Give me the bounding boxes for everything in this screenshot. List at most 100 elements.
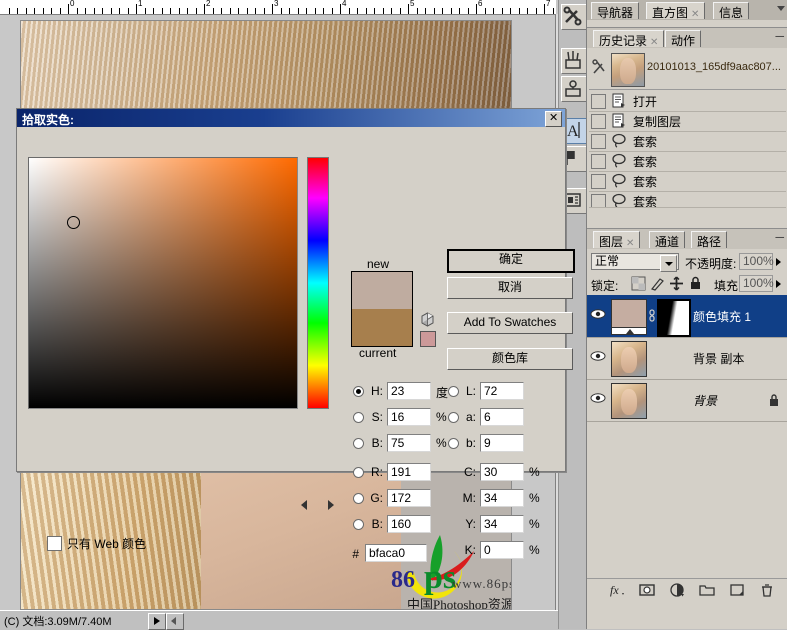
history-item-lasso-4[interactable]: 套索 (589, 191, 786, 208)
web-safe-color-swatch[interactable] (420, 331, 436, 347)
blend-mode-select[interactable]: 正常 (591, 253, 679, 272)
black-input[interactable]: 0 (480, 541, 524, 559)
eye-icon[interactable] (590, 308, 606, 320)
dock-menu-arrow-icon[interactable] (777, 6, 785, 11)
saturation-brightness-field[interactable] (28, 157, 298, 409)
hue-slider-right-arrow-icon[interactable] (328, 499, 334, 510)
layer-row-background-copy[interactable]: 背景 副本 (587, 337, 787, 380)
layer-mask-thumbnail[interactable] (657, 299, 691, 337)
tab-paths[interactable]: 路径 (691, 231, 728, 249)
ok-button[interactable]: 确定 (447, 249, 575, 273)
radio-lightness[interactable] (448, 386, 459, 397)
tool-presets-icon[interactable] (561, 76, 587, 102)
ruler-minor-tick (59, 8, 61, 14)
opacity-value[interactable]: 100% (739, 253, 774, 270)
ruler-major-tick (544, 4, 545, 14)
delete-layer-icon[interactable] (759, 582, 775, 598)
tab-history[interactable]: 历史记录 ✕ (593, 30, 665, 48)
eye-icon[interactable] (590, 350, 606, 362)
cyan-input[interactable]: 30 (480, 463, 524, 481)
history-item-lasso-2[interactable]: 套索 (589, 151, 786, 172)
tools-icon[interactable] (561, 4, 587, 30)
hue-input[interactable]: 23 (387, 382, 431, 400)
radio-red[interactable] (353, 467, 364, 478)
fill-stepper[interactable] (774, 275, 785, 292)
lasso-icon (611, 153, 627, 169)
radio-brightness[interactable] (353, 438, 364, 449)
history-item-lasso-3[interactable]: 套索 (589, 171, 786, 192)
transparency-lock-icon[interactable] (631, 276, 646, 291)
layer-row-background[interactable]: 背景 (587, 379, 787, 422)
tab-channels[interactable]: 通道 (649, 231, 686, 249)
saturation-input[interactable]: 16 (387, 408, 431, 426)
add-to-swatches-button[interactable]: Add To Swatches (447, 312, 573, 334)
close-icon[interactable]: ✕ (691, 9, 699, 20)
yellow-input[interactable]: 34 (480, 515, 524, 533)
history-state-checkbox[interactable] (591, 194, 606, 207)
minimize-icon[interactable]: ─ (775, 230, 784, 244)
out-of-gamut-warning-icon[interactable] (420, 312, 435, 327)
opacity-stepper[interactable] (774, 253, 785, 270)
status-play-button[interactable] (148, 613, 166, 630)
all-lock-icon[interactable] (688, 276, 703, 291)
tab-actions[interactable]: 动作 (665, 30, 702, 48)
history-item-duplicate-layer[interactable]: 复制图层 (589, 111, 786, 132)
cancel-button[interactable]: 取消 (447, 277, 573, 299)
magenta-input[interactable]: 34 (480, 489, 524, 507)
green-input[interactable]: 172 (387, 489, 431, 507)
history-snapshot-row[interactable]: 20101013_165df9aac807... (589, 49, 786, 90)
radio-saturation[interactable] (353, 412, 364, 423)
history-state-checkbox[interactable] (591, 114, 606, 129)
brushes-icon[interactable] (561, 48, 587, 74)
minimize-icon[interactable]: ─ (775, 29, 784, 43)
sv-marker[interactable] (66, 215, 80, 229)
eye-icon[interactable] (590, 392, 606, 404)
radio-blue[interactable] (353, 519, 364, 530)
link-icon[interactable] (648, 309, 656, 323)
tab-layers[interactable]: 图层 ✕ (593, 231, 641, 249)
history-item-lasso-1[interactable]: 套索 (589, 131, 786, 152)
layer-thumbnail[interactable] (611, 383, 647, 419)
move-lock-icon[interactable] (669, 276, 684, 291)
history-state-checkbox[interactable] (591, 94, 606, 109)
close-icon[interactable]: ✕ (545, 111, 562, 127)
lab-b-input[interactable]: 9 (480, 434, 524, 452)
lightness-input[interactable]: 72 (480, 382, 524, 400)
lab-a-input[interactable]: 6 (480, 408, 524, 426)
hex-input[interactable]: bfaca0 (365, 544, 427, 562)
radio-lab-a[interactable] (448, 412, 459, 423)
current-color-swatch[interactable] (352, 309, 412, 346)
dialog-title-bar[interactable]: 拾取实色: ✕ (17, 109, 565, 127)
close-icon[interactable]: ✕ (650, 37, 658, 48)
radio-lab-b[interactable] (448, 438, 459, 449)
adjustment-icon[interactable] (669, 582, 685, 598)
history-state-checkbox[interactable] (591, 174, 606, 189)
status-menu-button[interactable] (166, 613, 184, 630)
chevron-down-icon[interactable] (660, 255, 677, 272)
mask-icon[interactable] (639, 582, 655, 598)
brightness-input[interactable]: 75 (387, 434, 431, 452)
layer-row-color-fill[interactable]: 颜色填充 1 (587, 295, 787, 338)
web-colors-only-checkbox[interactable] (47, 536, 62, 551)
radio-green[interactable] (353, 493, 364, 504)
history-state-checkbox[interactable] (591, 154, 606, 169)
layer-thumbnail[interactable] (611, 341, 647, 377)
tab-histogram[interactable]: 直方图 ✕ (646, 2, 706, 20)
hue-slider-left-arrow-icon[interactable] (301, 499, 307, 510)
fx-icon[interactable]: fx (609, 582, 625, 598)
layer-thumbnail[interactable] (611, 299, 647, 335)
blue-input[interactable]: 160 (387, 515, 431, 533)
hue-slider[interactable] (307, 157, 329, 409)
tab-info[interactable]: 信息 (713, 2, 750, 20)
fill-value[interactable]: 100% (739, 275, 774, 292)
close-icon[interactable]: ✕ (626, 238, 634, 249)
history-state-checkbox[interactable] (591, 134, 606, 149)
radio-hue[interactable] (353, 386, 364, 397)
folder-icon[interactable] (699, 582, 715, 598)
color-libraries-button[interactable]: 颜色库 (447, 348, 573, 370)
red-input[interactable]: 191 (387, 463, 431, 481)
history-item-open[interactable]: 打开 (589, 91, 786, 112)
tab-navigator[interactable]: 导航器 (591, 2, 640, 20)
new-layer-icon[interactable] (729, 582, 745, 598)
brush-lock-icon[interactable] (650, 276, 665, 291)
